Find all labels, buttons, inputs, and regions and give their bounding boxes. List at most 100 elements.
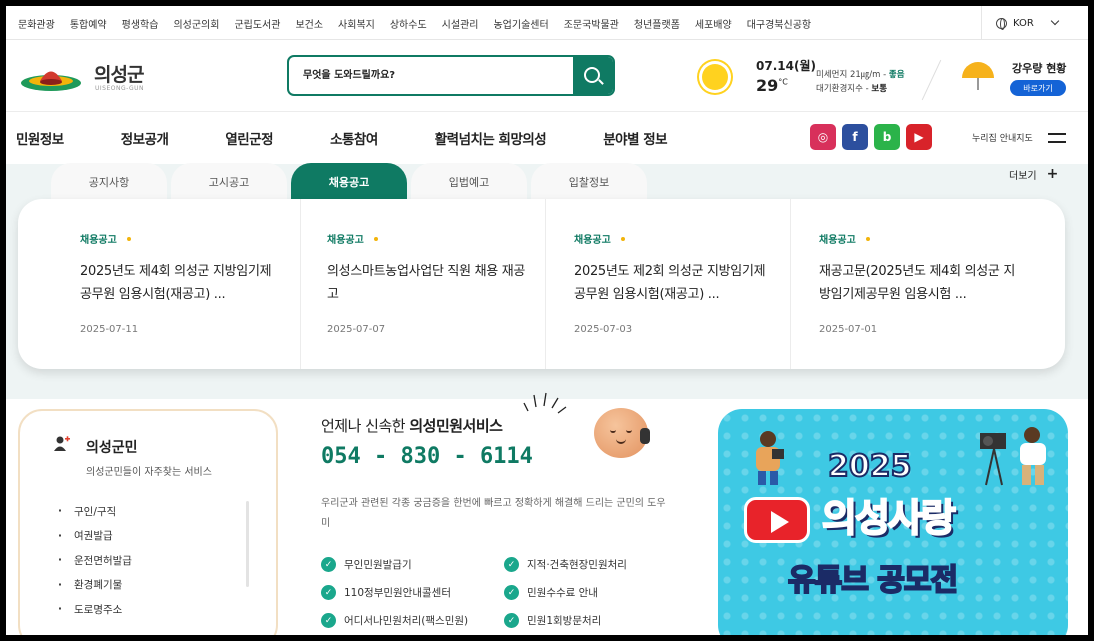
notice-category: 채용공고 bbox=[819, 231, 1035, 246]
nav-item-hope[interactable]: 활력넘치는 희망의성 bbox=[435, 128, 547, 148]
globe-icon bbox=[996, 17, 1007, 30]
service-check-item[interactable]: 민원수수료 안내 bbox=[504, 585, 598, 600]
language-selector[interactable]: KOR bbox=[981, 6, 1088, 40]
tab-announcement[interactable]: 고시공고 bbox=[171, 163, 287, 201]
tab-recruitment[interactable]: 채용공고 bbox=[291, 163, 407, 201]
nav-item-admin[interactable]: 열린군정 bbox=[225, 128, 273, 148]
rainfall-widget: 강우량 현황 바로가기 bbox=[958, 56, 1078, 100]
utility-link[interactable]: 통합예약 bbox=[70, 16, 107, 31]
utility-link[interactable]: 사회복지 bbox=[338, 16, 375, 31]
civil-item[interactable]: 구인/구직 bbox=[58, 499, 132, 524]
umbrella-handle bbox=[977, 78, 979, 90]
service-headline: 언제나 신속한 의성민원서비스 bbox=[321, 417, 503, 435]
list-item[interactable]: 채용공고 재공고문(2025년도 제4회 의성군 지방임기제공무원 임용시험 .… bbox=[790, 199, 1035, 369]
civil-item[interactable]: 도로명주소 bbox=[58, 597, 132, 622]
civil-title: 의성군민 bbox=[86, 440, 138, 456]
service-check-item[interactable]: 지적·건축현장민원처리 bbox=[504, 557, 627, 572]
utility-link[interactable]: 청년플랫폼 bbox=[634, 16, 680, 31]
civil-services-box: 의성군민 의성군민들이 자주찾는 서비스 구인/구직 여권발급 운전면허발급 환… bbox=[18, 409, 278, 635]
utility-link[interactable]: 시설관리 bbox=[442, 16, 479, 31]
notice-title[interactable]: 재공고문(2025년도 제4회 의성군 지방임기제공무원 임용시험 ... bbox=[819, 260, 1019, 306]
civil-item[interactable]: 환경폐기물 bbox=[58, 573, 132, 598]
service-check-item[interactable]: 무인민원발급기 bbox=[321, 557, 412, 572]
notice-date: 2025-07-11 bbox=[80, 324, 139, 335]
service-phone[interactable]: 054 - 830 - 6114 bbox=[321, 444, 533, 469]
civil-list: 구인/구직 여권발급 운전면허발급 환경폐기물 도로명주소 bbox=[58, 499, 132, 622]
main-nav: 민원정보 정보공개 열린군정 소통참여 활력넘치는 희망의성 분야별 정보 ◎ … bbox=[6, 112, 1088, 164]
umbrella-icon bbox=[962, 62, 994, 78]
nav-item-participation[interactable]: 소통참여 bbox=[330, 128, 378, 148]
scrollbar[interactable] bbox=[246, 501, 249, 587]
sns-links: ◎ f b ▶ bbox=[810, 124, 932, 150]
sun-icon bbox=[702, 64, 728, 90]
notice-date: 2025-07-07 bbox=[327, 324, 386, 335]
utility-link[interactable]: 상하수도 bbox=[390, 16, 427, 31]
chevron-down-icon bbox=[1050, 16, 1060, 26]
tab-bidding[interactable]: 입찰정보 bbox=[531, 163, 647, 201]
search-input[interactable] bbox=[303, 57, 573, 94]
list-item[interactable]: 채용공고 의성스마트농업사업단 직원 채용 재공고 2025-07-07 bbox=[300, 199, 545, 369]
notice-category: 채용공고 bbox=[574, 231, 790, 246]
notice-title[interactable]: 2025년도 제2회 의성군 지방임기제공무원 임용시험(재공고) ... bbox=[574, 260, 774, 306]
youtube-play-icon bbox=[744, 497, 810, 543]
list-item[interactable]: 채용공고 2025년도 제4회 의성군 지방임기제공무원 임용시험(재공고) .… bbox=[18, 199, 272, 369]
service-check-item[interactable]: 어디서나민원처리(팩스민원) bbox=[321, 613, 468, 628]
logo-subtitle: UISEONG-GUN bbox=[95, 85, 145, 92]
service-check-item[interactable]: 민원1회방문처리 bbox=[504, 613, 601, 628]
language-label: KOR bbox=[1013, 17, 1034, 29]
notice-title[interactable]: 2025년도 제4회 의성군 지방임기제공무원 임용시험(재공고) ... bbox=[80, 260, 280, 306]
camera-person-illustration bbox=[980, 427, 1046, 486]
civil-item[interactable]: 운전면허발급 bbox=[58, 548, 132, 573]
instagram-icon[interactable]: ◎ bbox=[810, 124, 836, 150]
banner-year: 2025 bbox=[827, 448, 912, 485]
notice-category: 채용공고 bbox=[327, 231, 545, 246]
notice-date: 2025-07-01 bbox=[819, 324, 878, 335]
utility-link[interactable]: 문화관광 bbox=[18, 16, 55, 31]
utility-bar: 문화관광 통합예약 평생학습 의성군의회 군립도서관 보건소 사회복지 상하수도… bbox=[6, 6, 1088, 40]
nav-item-field[interactable]: 분야별 정보 bbox=[603, 128, 667, 148]
search-box bbox=[287, 55, 615, 96]
utility-link[interactable]: 대구경북신공항 bbox=[747, 16, 811, 31]
nav-item-info[interactable]: 정보공개 bbox=[121, 128, 169, 148]
list-item[interactable]: 채용공고 2025년도 제2회 의성군 지방임기제공무원 임용시험(재공고) .… bbox=[545, 199, 790, 369]
site-logo[interactable]: 의성군 UISEONG-GUN bbox=[18, 56, 158, 96]
civil-item[interactable]: 여권발급 bbox=[58, 524, 132, 549]
utility-link[interactable]: 조문국박물관 bbox=[564, 16, 619, 31]
tab-legislation[interactable]: 입법예고 bbox=[411, 163, 527, 201]
logo-title: 의성군 bbox=[94, 64, 144, 86]
site-header: 의성군 UISEONG-GUN 07.14(월) 29°C 미세먼지 21㎍/m… bbox=[6, 40, 1088, 112]
service-description: 우리군과 관련된 각종 궁금증을 한번에 빠르고 정확하게 해결해 드리는 군민… bbox=[321, 498, 666, 529]
utility-link[interactable]: 평생학습 bbox=[122, 16, 159, 31]
weather-date: 07.14(월) bbox=[756, 59, 816, 73]
utility-link[interactable]: 농업기술센터 bbox=[493, 16, 548, 31]
search-button[interactable] bbox=[573, 57, 613, 94]
fine-dust: 미세먼지 21㎍/m - 좋음 bbox=[816, 70, 905, 80]
service-check-item[interactable]: 110정부민원안내콜센터 bbox=[321, 585, 451, 600]
notice-tabs: 공지사항 고시공고 채용공고 입법예고 입찰정보 bbox=[51, 163, 651, 201]
blog-icon[interactable]: b bbox=[874, 124, 900, 150]
utility-link[interactable]: 군립도서관 bbox=[234, 16, 280, 31]
rainfall-title: 강우량 현황 bbox=[1012, 62, 1067, 75]
civil-subtitle: 의성군민들이 자주찾는 서비스 bbox=[86, 467, 212, 478]
nav-item-civil[interactable]: 민원정보 bbox=[16, 128, 64, 148]
youtube-icon[interactable]: ▶ bbox=[906, 124, 932, 150]
browser-page: 문화관광 통합예약 평생학습 의성군의회 군립도서관 보건소 사회복지 상하수도… bbox=[6, 6, 1088, 635]
menu-icon[interactable] bbox=[1048, 133, 1066, 143]
banner-subtitle: 유튜브 공모전 bbox=[787, 562, 959, 599]
notice-title[interactable]: 의성스마트농업사업단 직원 채용 재공고 bbox=[327, 260, 527, 306]
facebook-icon[interactable]: f bbox=[842, 124, 868, 150]
utility-link[interactable]: 보건소 bbox=[295, 16, 323, 31]
utility-link[interactable]: 의성군의회 bbox=[173, 16, 219, 31]
utility-link[interactable]: 세포배양 bbox=[695, 16, 732, 31]
notice-card: 채용공고 2025년도 제4회 의성군 지방임기제공무원 임용시험(재공고) .… bbox=[18, 199, 1065, 369]
utility-links: 문화관광 통합예약 평생학습 의성군의회 군립도서관 보건소 사회복지 상하수도… bbox=[18, 6, 826, 40]
plus-icon: + bbox=[1046, 166, 1059, 182]
notice-category: 채용공고 bbox=[80, 231, 263, 246]
tab-notice[interactable]: 공지사항 bbox=[51, 163, 167, 201]
sitemap-link[interactable]: 누리집 안내지도 bbox=[972, 131, 1033, 144]
promo-banner[interactable]: 2025 의성사랑 유튜브 공모전 bbox=[718, 409, 1068, 635]
air-quality: 대기환경지수 - 보통 bbox=[816, 84, 888, 94]
more-link[interactable]: 더보기 + bbox=[1009, 166, 1058, 182]
weather-temperature: 29°C bbox=[756, 76, 788, 95]
rainfall-button[interactable]: 바로가기 bbox=[1010, 80, 1066, 96]
